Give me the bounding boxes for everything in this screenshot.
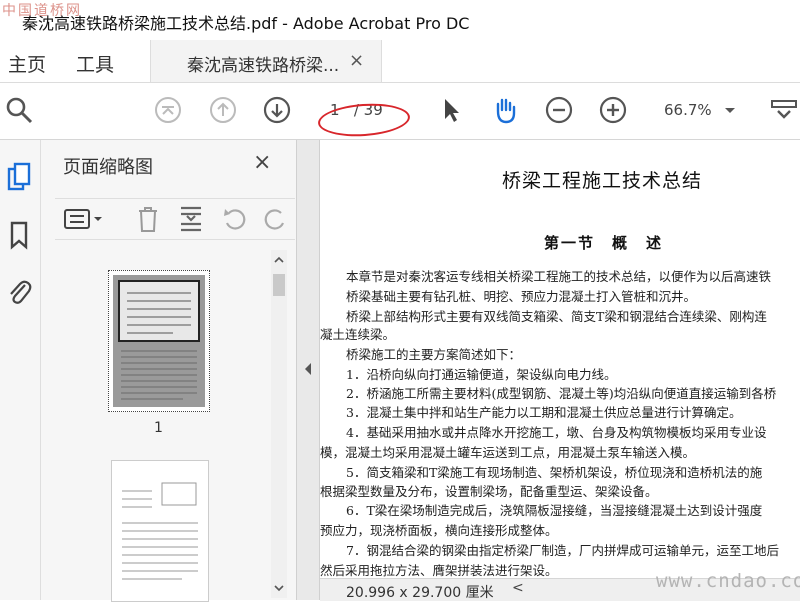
hand-tool-icon[interactable] [490,95,520,125]
scroll-left-icon[interactable]: < [512,580,524,596]
body-line: 6．T梁在梁场制造完成后，浇筑隔板湿接缝，当湿接缝混凝土达到设计强度 [346,503,763,518]
scroll-down-icon[interactable] [273,582,285,594]
close-tab-icon[interactable]: × [349,50,364,71]
collapse-panel-icon[interactable] [303,362,313,376]
title-bar: 中国道桥网 秦沈高速铁路桥梁施工技术总结.pdf - Adobe Acrobat… [0,0,800,40]
document-tab-label: 秦沈高速铁路桥梁... [187,56,340,76]
body-line: 桥梁施工的主要方案简述如下： [346,347,522,362]
close-panel-icon[interactable]: × [253,150,271,175]
menu-tools[interactable]: 工具 [76,50,114,77]
document-view[interactable]: 桥梁工程施工技术总结 第一节 概 述 本章节是对秦沈客运专线相关桥梁工程施工的技… [320,140,800,578]
rotate-ccw-icon[interactable] [221,205,249,233]
body-line: 预应力，现浇桥面板，横向连接形成整体。 [320,523,558,538]
panel-splitter[interactable] [297,140,320,600]
thumbnail-page-image [118,280,200,400]
thumbnails-panel: 页面缩略图 × 1 [41,140,297,602]
thumbnail-scrollbar[interactable] [271,250,287,598]
body-line: 7．钢混结合梁的钢梁由指定桥梁厂制造，厂内拼焊成可运输单元，运至工地后 [346,543,779,558]
chevron-down-icon[interactable] [722,95,738,125]
scroll-up-icon[interactable] [273,254,285,266]
body-line: 本章节是对秦沈客运专线相关桥梁工程施工的技术总结，以便作为以后高速铁 [346,269,772,284]
panel-toolbar [55,198,295,240]
select-cursor-icon[interactable] [436,95,466,125]
document-title: 桥梁工程施工技术总结 [502,170,703,192]
next-page-icon[interactable] [262,95,292,125]
search-icon[interactable] [4,95,34,125]
first-page-icon[interactable] [153,95,183,125]
read-mode-icon[interactable] [768,95,798,125]
watermark-bottom: www.cndao.com [656,570,800,592]
thumbnail-1-label: 1 [154,420,163,436]
attachment-icon[interactable] [6,276,32,306]
left-rail [0,140,41,600]
rotate-cw-icon[interactable] [261,205,289,233]
body-line: 根据梁型数量及分布，设置制梁场，配备重型运、架梁设备。 [320,484,658,499]
body-line: 4．基础采用抽水或井点降水开挖施工，墩、台身及构筑物模板均采用专业设 [346,425,767,440]
zoom-level[interactable]: 66.7% [664,101,712,119]
document-tab[interactable]: 秦沈高速铁路桥梁... × [150,40,382,82]
section-heading: 第一节 概 述 [544,234,664,252]
body-line: 2．桥涵施工所需主要材料(成型钢筋、混凝土等)均沿纵向便道直接运输到各桥 [346,386,777,401]
body-line: 3．混凝土集中拌和站生产能力以工期和混凝土供应总量进行计算确定。 [346,405,742,420]
thumbnail-image [113,275,205,407]
body-line: 模，混凝土均采用混凝土罐车运送到工点，用混凝土泵车输送入模。 [320,445,696,460]
page-thumbnail-2[interactable] [111,460,209,602]
body-line: 桥梁基础主要有钻孔桩、明挖、预应力混凝土打入管桩和沉井。 [346,289,697,304]
body-line: 然后采用拖拉方法、膺架拼装法进行架设。 [320,563,558,578]
body-line: 1．沿桥向纵向打通运输便道，架设纵向电力线。 [346,367,617,382]
menu-home[interactable]: 主页 [8,50,46,77]
body-line: 桥梁上部结构形式主要有双线简支箱梁、简支T梁和钢混结合连续梁、刚构连 [346,309,767,324]
options-menu-icon[interactable] [63,207,105,231]
delete-icon[interactable] [135,204,161,234]
scrollbar-thumb[interactable] [273,274,285,296]
zoom-in-icon[interactable] [598,95,628,125]
panel-title: 页面缩略图 [63,157,153,178]
window-title: 秦沈高速铁路桥梁施工技术总结.pdf - Adobe Acrobat Pro D… [22,14,470,33]
page-thumbnails-icon[interactable] [6,162,32,192]
menu-bar: 主页 工具 [0,40,800,83]
previous-page-icon[interactable] [208,95,238,125]
bookmark-icon[interactable] [8,220,30,250]
page-thumbnail-1[interactable] [108,270,210,412]
thumbnail-page-image [122,482,198,580]
page-size-label: 20.996 x 29.700 厘米 [346,585,494,601]
insert-page-icon[interactable] [177,204,205,234]
zoom-out-icon[interactable] [544,95,574,125]
body-line: 凝土连续梁。 [320,327,396,342]
body-line: 5．简支箱梁和T梁施工有现场制造、架桥机架设，桥位现浇和造桥机法的施 [346,465,763,480]
